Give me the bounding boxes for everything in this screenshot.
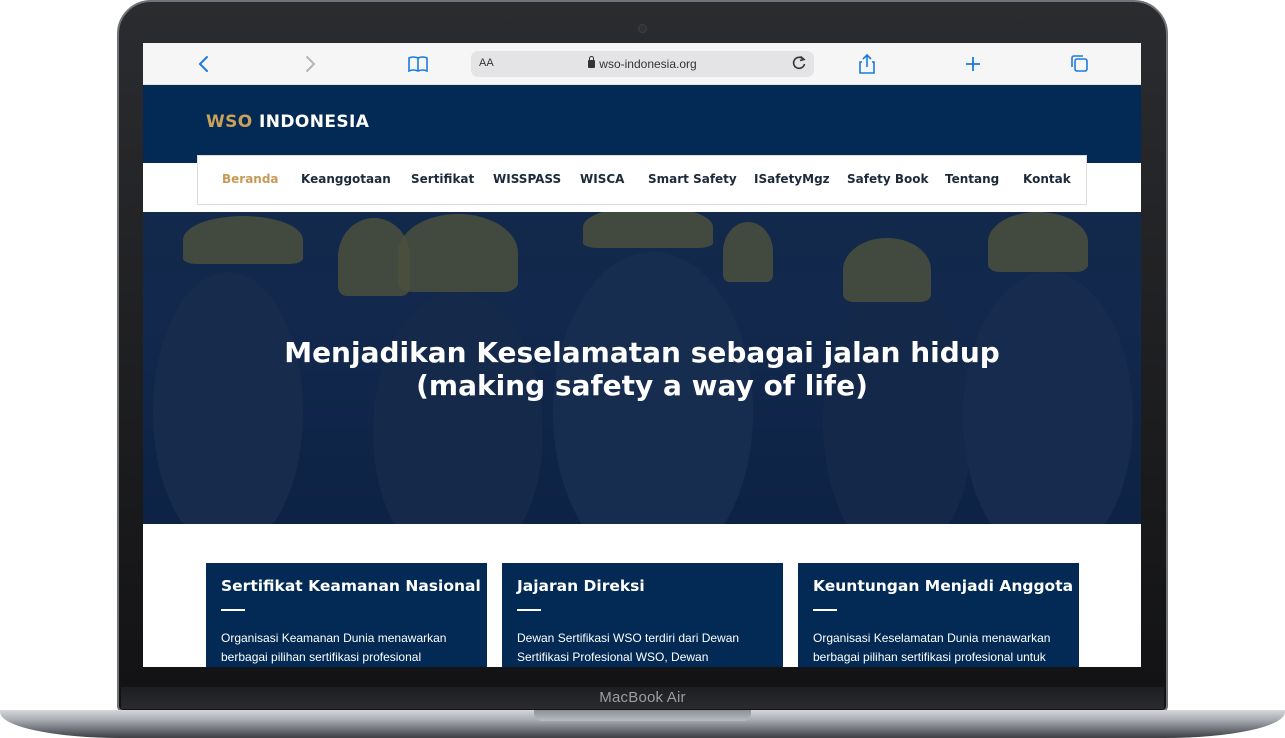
url-text: wso-indonesia.org (599, 57, 697, 71)
card-title: Keuntungan Menjadi Anggota (813, 577, 1074, 595)
hero-heading: Menjadikan Keselamatan sebagai jalan hid… (284, 336, 1000, 402)
card-title: Jajaran Direksi (517, 577, 645, 595)
browser-window: AA wso-indonesia.org WSO INDONESIA Beran… (143, 43, 1141, 667)
card-direksi[interactable]: Jajaran Direksi Dewan Sertifikasi WSO te… (502, 563, 783, 667)
nav-keanggotaan[interactable]: Keanggotaan (301, 172, 391, 186)
reload-icon[interactable] (790, 54, 808, 72)
card-title: Sertifikat Keamanan Nasional (221, 577, 481, 595)
back-icon[interactable] (192, 52, 216, 76)
device-label: MacBook Air (599, 689, 686, 706)
address-bar[interactable]: AA wso-indonesia.org (471, 51, 814, 77)
main-navigation: Beranda Keanggotaan Sertifikat WISSPASS … (197, 155, 1087, 205)
site-header: WSO INDONESIA (143, 85, 1141, 163)
hero-banner: Menjadikan Keselamatan sebagai jalan hid… (143, 212, 1141, 524)
nav-beranda[interactable]: Beranda (222, 172, 279, 186)
card-text: Dewan Sertifikasi WSO terdiri dari Dewan… (517, 631, 740, 664)
share-icon[interactable] (855, 52, 879, 76)
forward-icon[interactable] (298, 52, 322, 76)
nav-tentang[interactable]: Tentang (945, 172, 999, 186)
divider (517, 609, 541, 611)
webcam (639, 25, 646, 32)
lock-icon (588, 56, 596, 68)
tabs-icon[interactable] (1068, 52, 1092, 76)
browser-toolbar: AA wso-indonesia.org (143, 43, 1141, 85)
nav-sertifikat[interactable]: Sertifikat (411, 172, 474, 186)
nav-smart-safety[interactable]: Smart Safety (648, 172, 737, 186)
nav-kontak[interactable]: Kontak (1023, 172, 1071, 186)
card-keuntungan[interactable]: Keuntungan Menjadi Anggota Organisasi Ke… (798, 563, 1079, 667)
nav-wisca[interactable]: WISCA (580, 172, 624, 186)
card-text: Organisasi Keamanan Dunia menawarkan ber… (221, 631, 447, 664)
nav-wisspass[interactable]: WISSPASS (493, 172, 561, 186)
divider (813, 609, 837, 611)
site-logo[interactable]: WSO INDONESIA (206, 112, 369, 132)
divider (221, 609, 245, 611)
new-tab-icon[interactable] (961, 52, 985, 76)
card-text: Organisasi Keselamatan Dunia menawarkan … (813, 631, 1051, 664)
bookmarks-icon[interactable] (406, 52, 430, 76)
card-sertifikat[interactable]: Sertifikat Keamanan Nasional Organisasi … (206, 563, 487, 667)
laptop-hinge-notch (534, 710, 751, 721)
nav-safety-book[interactable]: Safety Book (847, 172, 928, 186)
nav-isafetymgz[interactable]: ISafetyMgz (754, 172, 830, 186)
